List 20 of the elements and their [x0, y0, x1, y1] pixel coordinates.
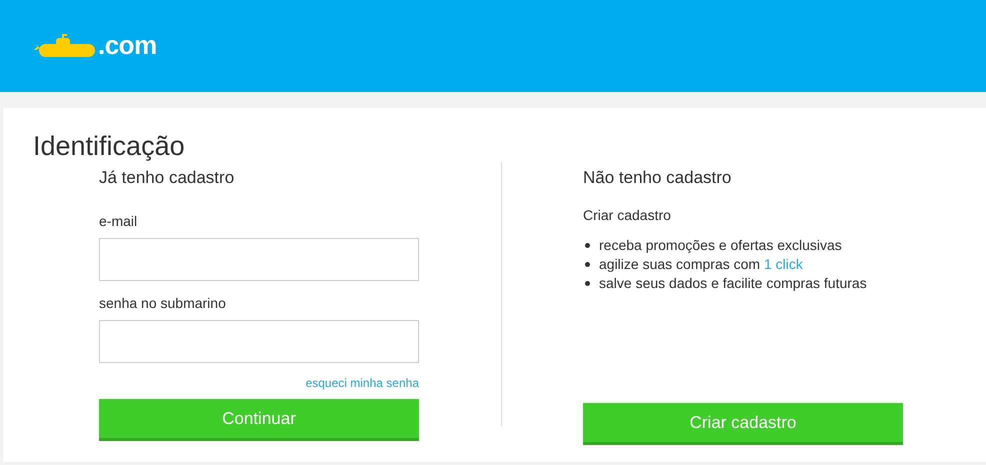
input-field[interactable]	[99, 238, 419, 281]
bullet-icon	[585, 280, 590, 286]
submarine-icon[interactable]	[34, 32, 98, 56]
forgot-password-link[interactable]: esqueci minha senha	[306, 376, 419, 390]
benefit-text: agilize suas compras com 1 click	[599, 254, 803, 274]
section-heading: Não tenho cadastro	[583, 168, 732, 189]
field-label: e-mail	[99, 212, 138, 231]
logo-text[interactable]: .com	[98, 32, 157, 58]
field-label: senha no submarino	[99, 294, 227, 313]
create-account-button[interactable]: Criar cadastro	[583, 402, 903, 445]
benefit-text: salve seus dados e facilite compras futuras	[599, 274, 867, 293]
benefit-text: receba promoções e ofertas exclusivas	[599, 236, 842, 255]
input-field[interactable]	[99, 320, 419, 363]
bullet-icon	[585, 262, 590, 267]
one-click-link[interactable]: 1 click	[764, 256, 803, 272]
page-title: Identificação	[33, 130, 186, 162]
subheading: Criar cadastro	[583, 206, 672, 225]
continue-button[interactable]: Continuar	[99, 398, 419, 441]
bullet-icon	[585, 242, 590, 248]
section-heading: Já tenho cadastro	[99, 168, 236, 189]
